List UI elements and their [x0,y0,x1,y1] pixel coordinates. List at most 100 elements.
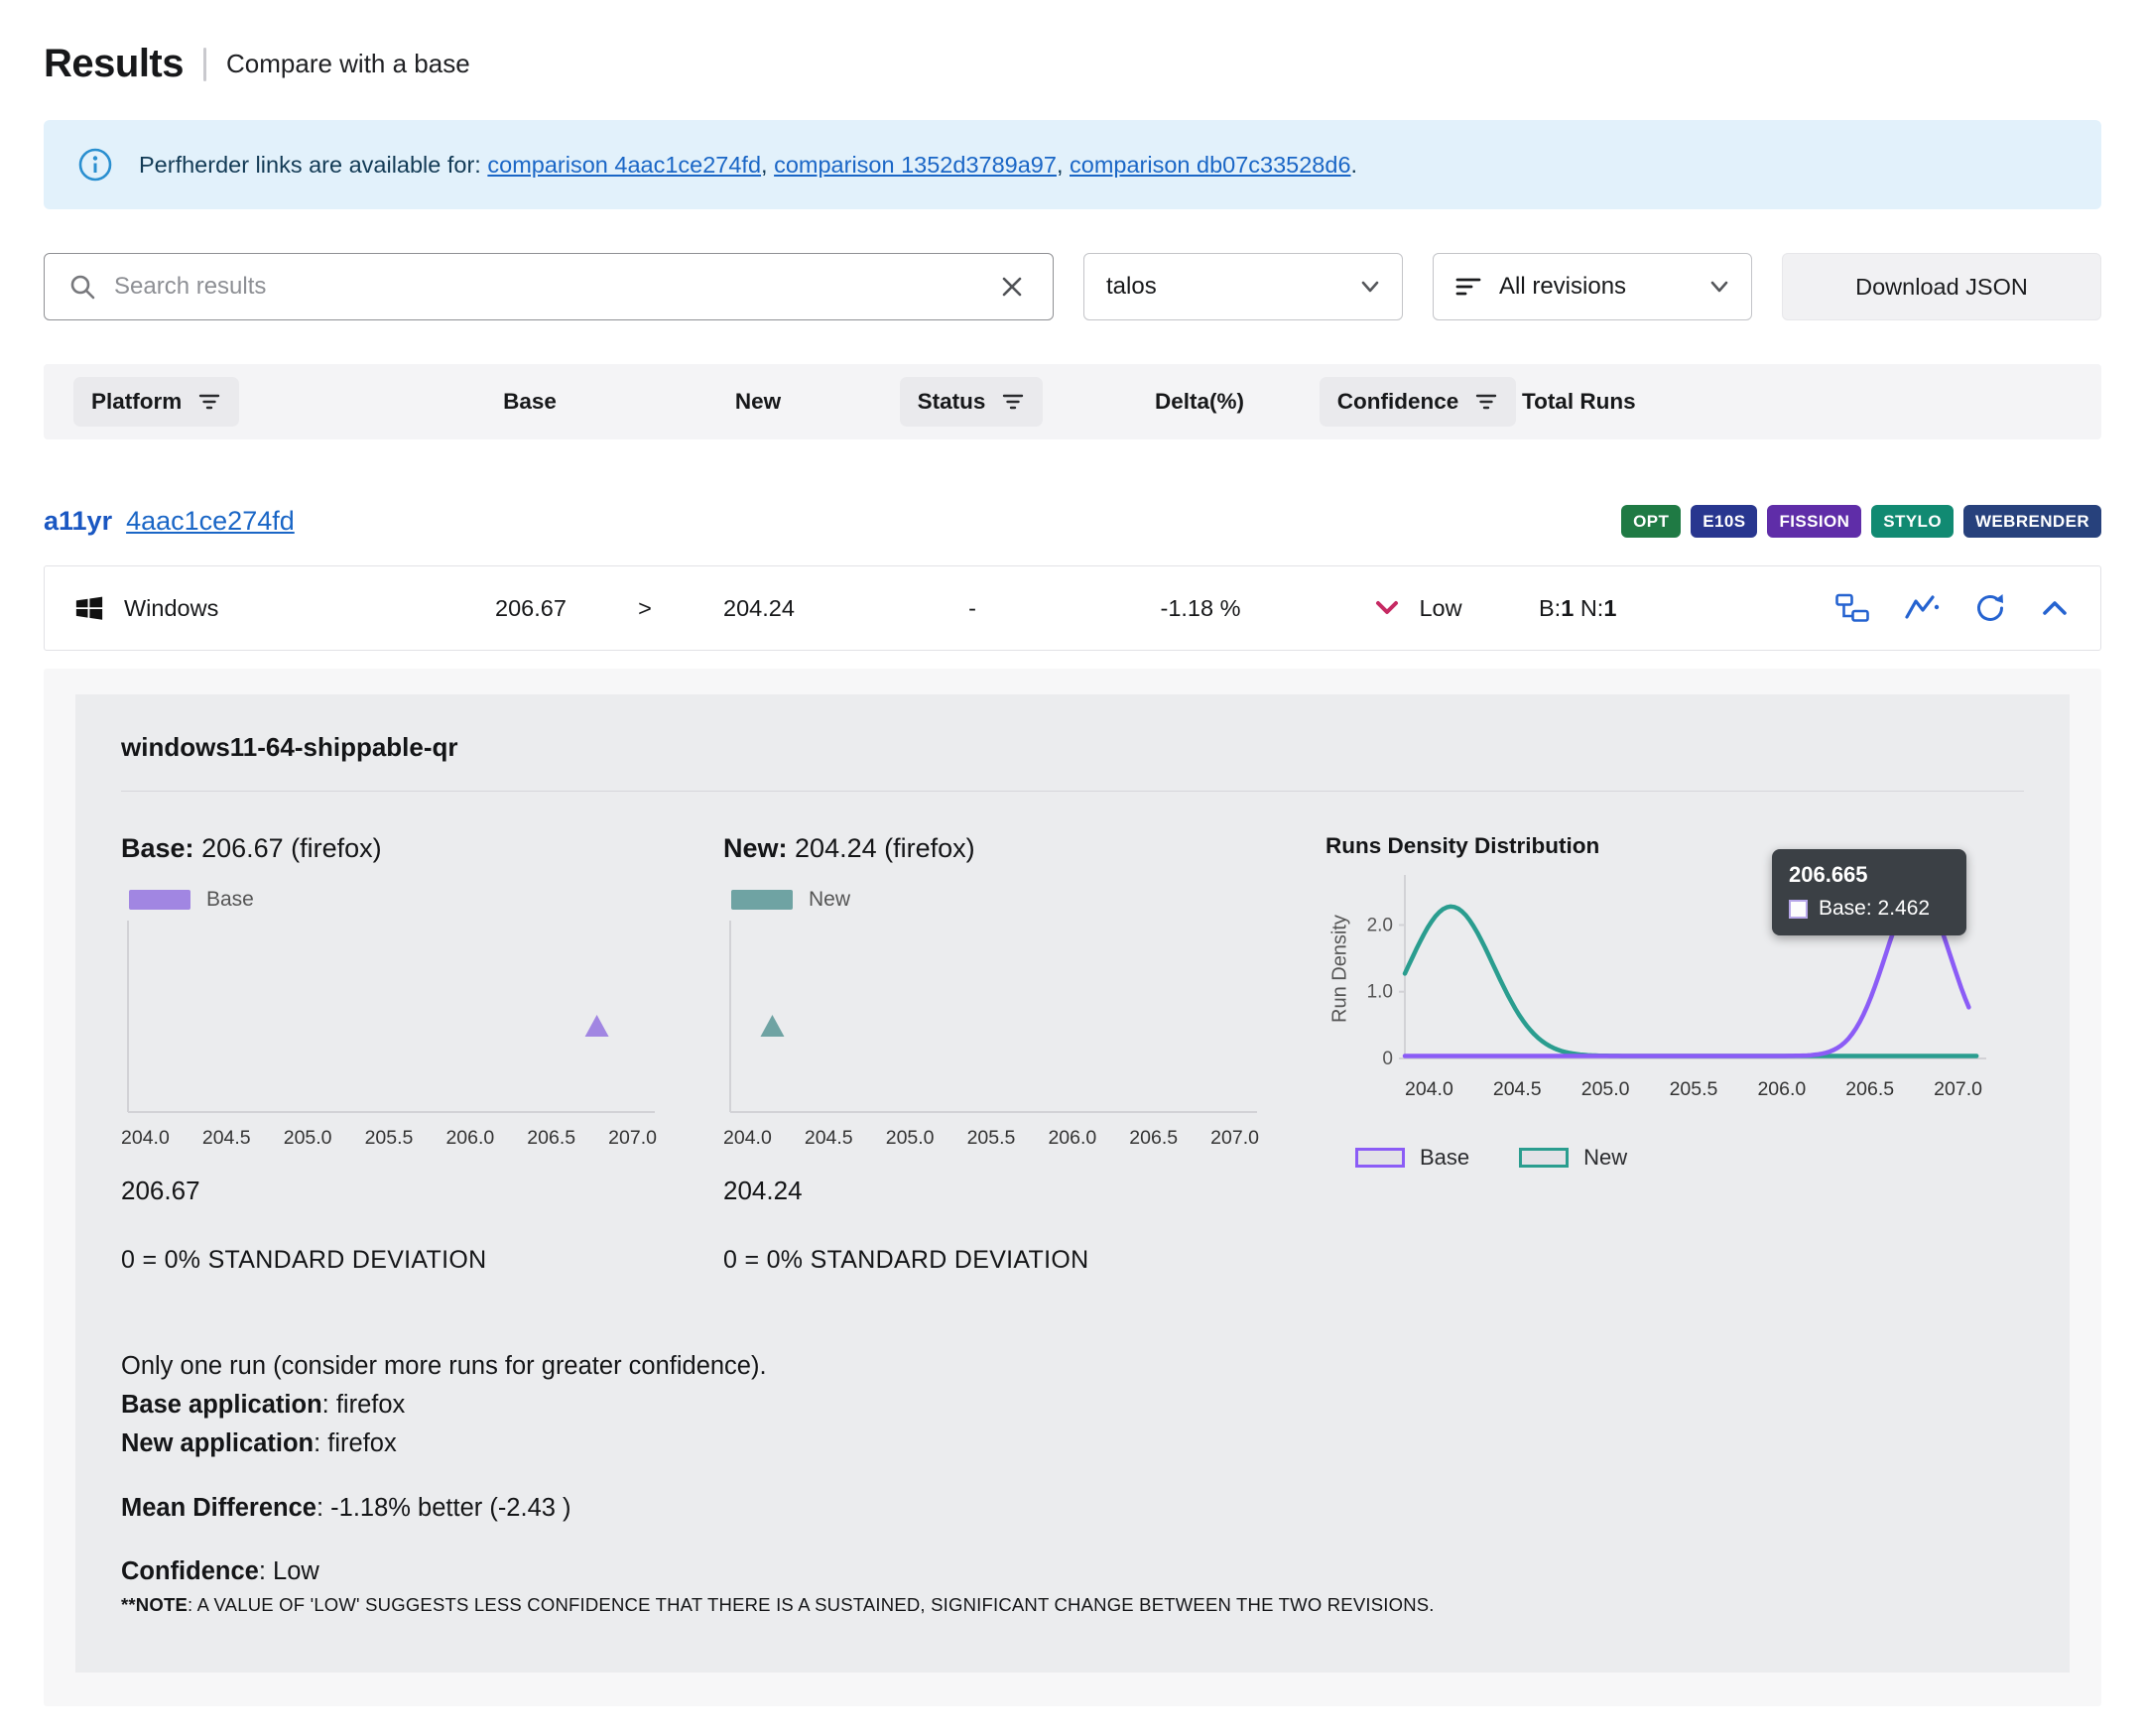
revision-tags: OPTE10SFISSIONSTYLOWEBRENDER [1621,505,2101,538]
low-confidence-note: **NOTE: A VALUE OF 'LOW' SUGGESTS LESS C… [121,1592,2024,1618]
density-legend-new-swatch [1519,1148,1569,1168]
framework-selected-value: talos [1106,273,1342,301]
new-chart-column: New: 204.24 (firefox) New 204.0 204.5 205.… [723,833,1264,1275]
runs-new-count: 1 [1603,595,1616,621]
column-new: New [659,389,857,415]
search-clear-button[interactable] [995,270,1029,304]
filter-lines-icon [1455,275,1481,299]
subtests-button[interactable] [1832,590,1872,626]
axis-tick-label: 205.5 [967,1127,1016,1150]
results-page: Results Compare with a base Perfherder l… [0,0,2145,1736]
base-legend-swatch [129,890,190,910]
new-stddev: 0 = 0% STANDARD DEVIATION [723,1246,1264,1275]
column-platform-label: Platform [91,389,182,415]
base-value-cell: 206.67 [432,595,630,622]
new-legend-label: New [809,888,850,912]
new-mini-legend: New [731,888,1264,912]
graph-button[interactable] [1902,591,1942,625]
page-header: Results Compare with a base [44,42,2101,86]
base-run-chart [121,916,657,1119]
retrigger-button[interactable] [1971,590,2009,626]
base-application-line: Base application: firefox [121,1387,2024,1423]
toolbar: talos All revisions Do [44,253,2101,320]
svg-text:1.0: 1.0 [1367,982,1393,1003]
chevron-down-icon [1360,280,1380,294]
new-heading-value: 204.24 (firefox) [795,833,975,863]
new-heading-label: New: [723,833,788,863]
density-legend-base: Base [1355,1145,1469,1171]
collapse-row-button[interactable] [2039,597,2071,619]
tag-badge-opt: OPT [1621,505,1681,538]
comparison-link-3[interactable]: comparison db07c33528d6 [1070,152,1351,178]
framework-select[interactable]: talos [1083,253,1403,320]
alert-suffix: . [1351,152,1358,178]
base-run-value: 206.67 [121,1176,662,1206]
base-stddev: 0 = 0% STANDARD DEVIATION [121,1246,662,1275]
download-json-button[interactable]: Download JSON [1782,253,2101,320]
regression-chevron-down-icon [1375,600,1399,616]
base-chart-column: Base: 206.67 (firefox) Base 204.0204.520… [121,833,662,1275]
axis-tick-label: 206.5 [1845,1078,1894,1101]
axis-tick-label: 204.0 [723,1127,772,1150]
new-x-ticks: 204.0204.5205.0205.5206.0206.5207.0 [723,1127,1259,1150]
density-legend-base-label: Base [1420,1145,1469,1171]
tag-badge-fission: FISSION [1767,505,1861,538]
comparison-link-1[interactable]: comparison 4aac1ce274fd [487,152,761,178]
tooltip-title: 206.665 [1789,862,1950,888]
column-delta: Delta(%) [1085,389,1314,415]
runs-new-label: N: [1580,595,1604,621]
table-header: Platform Base New Status [44,364,2101,439]
alert-prefix: Perfherder links are available for: [139,152,481,178]
base-legend-label: Base [206,888,254,912]
filter-icon [197,392,221,412]
base-application-value: firefox [336,1391,405,1419]
suite-link[interactable]: a11yr [44,506,112,537]
revision-row: a11yr 4aac1ce274fd OPTE10SFISSIONSTYLOWE… [44,505,2101,538]
axis-tick-label: 206.0 [445,1127,494,1150]
revision-hash-link[interactable]: 4aac1ce274fd [126,506,295,537]
axis-tick-label: 205.0 [1581,1078,1630,1101]
axis-tick-label: 207.0 [1210,1127,1259,1150]
column-base: Base [431,389,629,415]
column-status: Status [857,377,1085,427]
column-total-runs: Total Runs [1522,389,1740,415]
alert-text: Perfherder links are available for: comp… [139,152,1357,179]
runs-base-count: 1 [1561,595,1574,621]
mean-difference-label: Mean Difference [121,1494,316,1522]
density-chart-column: Runs Density Distribution Run Density 2.… [1325,833,2024,1275]
total-runs-cell: B:1 N:1 [1523,595,1741,622]
density-legend-new-label: New [1583,1145,1627,1171]
close-icon [999,274,1025,300]
note-label: **NOTE [121,1594,188,1615]
chevron-down-icon [1709,280,1729,294]
status-filter-button[interactable]: Status [900,377,1044,427]
search-icon [68,273,96,301]
test-name: windows11-64-shippable-qr [121,732,2024,763]
density-legend-new: New [1519,1145,1627,1171]
axis-tick-label: 206.5 [527,1127,575,1150]
detail-divider [121,791,2024,792]
base-heading: Base: 206.67 (firefox) [121,833,662,864]
column-status-label: Status [918,389,986,415]
platform-filter-button[interactable]: Platform [73,377,239,427]
detail-panel: windows11-64-shippable-qr Base: 206.67 (… [44,669,2101,1706]
mean-difference-value: -1.18% better (-2.43 ) [330,1494,570,1522]
axis-tick-label: 205.0 [284,1127,332,1150]
density-legend: Base New [1355,1145,2024,1171]
axis-tick-label: 204.5 [805,1127,853,1150]
axis-tick-label: 206.0 [1757,1078,1806,1101]
density-y-axis-label: Run Density [1325,867,1355,1070]
page-title: Results [44,42,184,86]
revision-title: a11yr 4aac1ce274fd [44,506,295,537]
comparison-link-2[interactable]: comparison 1352d3789a97 [774,152,1057,178]
revisions-select[interactable]: All revisions [1433,253,1752,320]
header-divider [203,48,206,81]
alert-separator: , [761,152,774,178]
new-run-value: 204.24 [723,1176,1264,1206]
axis-tick-label: 204.5 [1493,1078,1542,1101]
column-confidence-label: Confidence [1337,389,1459,415]
search-input[interactable] [114,273,977,301]
new-value-cell: 204.24 [660,595,858,622]
axis-tick-label: 205.5 [365,1127,414,1150]
confidence-filter-button[interactable]: Confidence [1320,377,1517,427]
